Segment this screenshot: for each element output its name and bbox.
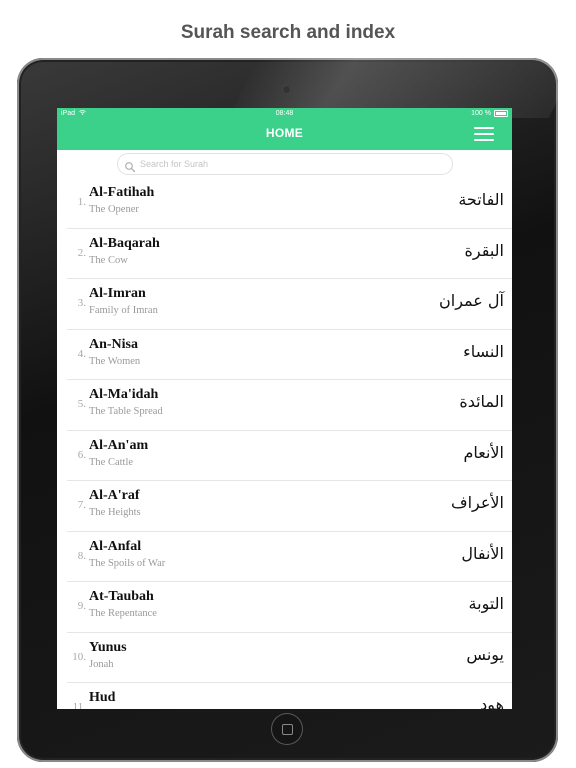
surah-row[interactable]: 1. Al-Fatihah The Opener الفاتحة: [57, 178, 512, 229]
surah-row[interactable]: 8. Al-Anfal The Spoils of War الأنفال: [57, 532, 512, 583]
surah-name: Yunus: [89, 639, 127, 655]
surah-meaning: The Table Spread: [89, 406, 163, 417]
app-screen: iPad 08:48 100 % HOME Search for Surah 1…: [57, 108, 512, 709]
search-box[interactable]: [117, 153, 453, 175]
surah-meaning: Family of Imran: [89, 305, 158, 316]
surah-row[interactable]: 3. Al-Imran Family of Imran آل عمران: [57, 279, 512, 330]
battery-percent: 100 %: [471, 110, 491, 117]
surah-meaning: The Heights: [89, 507, 141, 518]
surah-arabic-name: الأنفال: [461, 543, 504, 563]
battery-icon: [494, 110, 508, 117]
surah-row[interactable]: 5. Al-Ma'idah The Table Spread المائدة: [57, 380, 512, 431]
menu-line: [474, 139, 494, 141]
surah-number: 10.: [72, 650, 86, 663]
surah-arabic-name: البقرة: [464, 240, 504, 260]
home-square-icon: [282, 724, 293, 735]
hamburger-icon[interactable]: [474, 127, 494, 141]
status-time: 08:48: [275, 110, 294, 117]
surah-name: Al-A'raf: [89, 488, 140, 503]
surah-name: Hud: [89, 690, 116, 705]
surah-name: Al-Fatihah: [89, 185, 155, 200]
search-icon: [124, 158, 136, 173]
surah-number: 2.: [77, 246, 86, 259]
surah-row[interactable]: 7. Al-A'raf The Heights الأعراف: [57, 481, 512, 532]
page-title: HOME: [265, 126, 304, 140]
surah-name: At-Taubah: [89, 589, 154, 604]
menu-line: [474, 133, 494, 135]
surah-row[interactable]: 9. At-Taubah The Repentance التوبة: [57, 582, 512, 633]
surah-arabic-name: الأنعام: [463, 442, 504, 462]
surah-row[interactable]: 6. Al-An'am The Cattle الأنعام: [57, 431, 512, 482]
surah-row[interactable]: 2. Al-Baqarah The Cow البقرة: [57, 229, 512, 280]
ipad-frame: iPad 08:48 100 % HOME Search for Surah 1…: [17, 58, 558, 762]
search-bar: [57, 150, 512, 178]
surah-arabic-name: الأعراف: [451, 493, 504, 512]
page-caption: Surah search and index: [180, 22, 396, 43]
surah-number: 8.: [77, 549, 86, 562]
status-battery: 100 %: [471, 110, 508, 117]
surah-row[interactable]: 4. An-Nisa The Women النساء: [57, 330, 512, 381]
surah-row[interactable]: 10. Yunus Jonah يونس: [57, 633, 512, 684]
surah-name: Al-Baqarah: [89, 235, 160, 251]
surah-arabic-name: النساء: [463, 341, 504, 361]
surah-arabic-name: آل عمران: [439, 291, 504, 310]
surah-meaning: The Cow: [89, 254, 128, 266]
surah-name: Al-Imran: [89, 286, 146, 301]
surah-arabic-name: هود: [480, 695, 504, 709]
surah-number: 5.: [77, 398, 86, 410]
surah-number: 11.: [72, 701, 86, 709]
surah-number: 3.: [77, 297, 86, 309]
surah-number: 6.: [77, 448, 86, 461]
surah-meaning: The Repentance: [89, 608, 157, 619]
surah-name: An-Nisa: [89, 336, 139, 352]
menu-line: [474, 127, 494, 129]
surah-number: 9.: [77, 600, 86, 612]
surah-arabic-name: المائدة: [459, 392, 504, 411]
surah-number: 7.: [77, 499, 86, 511]
search-input[interactable]: [140, 159, 430, 169]
surah-arabic-name: التوبة: [468, 594, 504, 613]
surah-meaning: The Cattle: [89, 456, 134, 468]
surah-arabic-name: الفاتحة: [458, 190, 504, 209]
surah-meaning: The Women: [89, 355, 141, 367]
surah-meaning: Jonah: [89, 658, 114, 670]
status-bar: iPad 08:48 100 %: [57, 108, 512, 120]
nav-bar: HOME: [57, 120, 512, 150]
camera-icon: [283, 86, 290, 93]
surah-name: Al-An'am: [89, 437, 149, 453]
surah-meaning: The Opener: [89, 204, 139, 215]
surah-name: Al-Ma'idah: [89, 387, 159, 402]
surah-name: Al-Anfal: [89, 538, 142, 554]
surah-arabic-name: يونس: [466, 644, 504, 664]
surah-list: 1. Al-Fatihah The Opener الفاتحة 2. Al-Baqara…: [57, 178, 512, 709]
app-header: iPad 08:48 100 % HOME: [57, 108, 512, 150]
home-button[interactable]: [271, 713, 303, 745]
surah-row[interactable]: 11.HudHudهود: [57, 683, 512, 709]
surah-meaning: The Spoils of War: [89, 557, 166, 569]
surah-number: 4.: [77, 347, 86, 360]
surah-number: 1.: [77, 196, 86, 208]
